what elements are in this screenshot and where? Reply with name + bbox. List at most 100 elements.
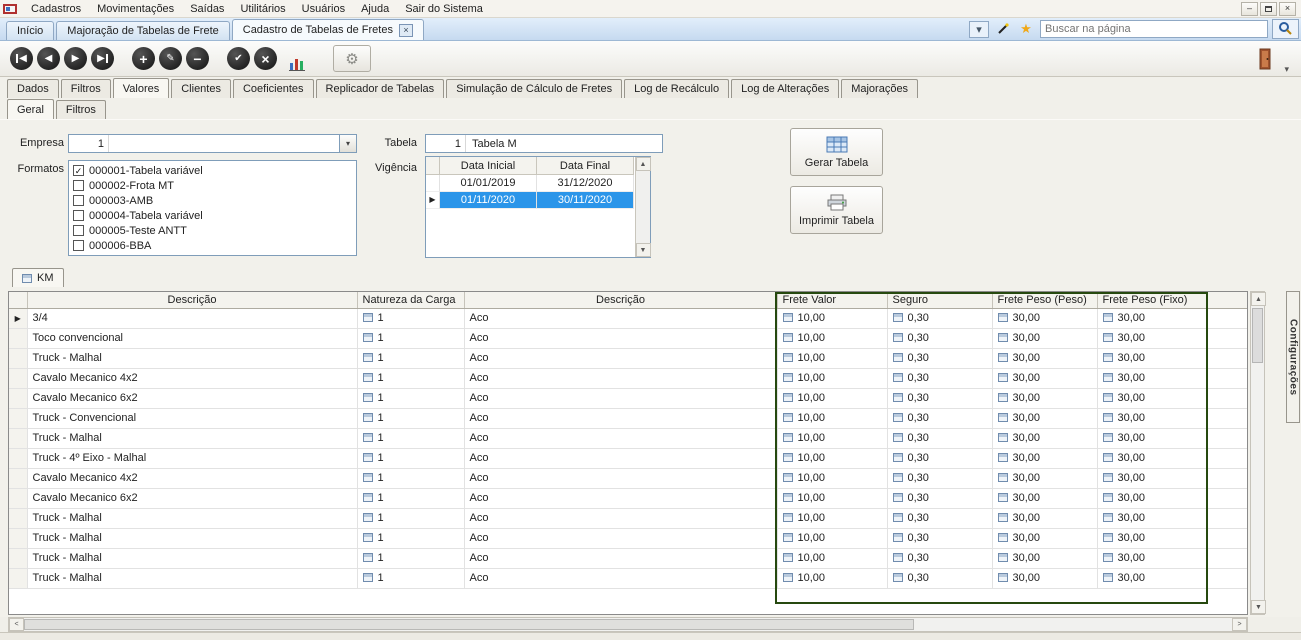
cell-frete-peso-peso[interactable]: 30,00 bbox=[992, 348, 1097, 368]
cell-frete-peso-peso[interactable]: 30,00 bbox=[992, 548, 1097, 568]
scroll-up-icon[interactable]: ▲ bbox=[1251, 292, 1266, 306]
cell-frete-peso-fixo[interactable]: 30,00 bbox=[1097, 508, 1207, 528]
formato-item[interactable]: 000005-Teste ANTT bbox=[73, 223, 352, 238]
cell-seguro[interactable]: 0,30 bbox=[887, 388, 992, 408]
module-tab[interactable]: Dados bbox=[7, 79, 59, 98]
chart-button[interactable] bbox=[285, 47, 309, 71]
col-frete-valor[interactable]: Frete Valor bbox=[777, 292, 887, 308]
tab-inicio[interactable]: Início bbox=[6, 21, 54, 40]
formato-item[interactable]: 000003-AMB bbox=[73, 193, 352, 208]
cell-descricao2[interactable]: Aco bbox=[464, 368, 777, 388]
formato-checkbox[interactable] bbox=[73, 240, 84, 251]
cell-frete-valor[interactable]: 10,00 bbox=[777, 308, 887, 328]
cell-frete-peso-fixo[interactable]: 30,00 bbox=[1097, 428, 1207, 448]
cell-frete-valor[interactable]: 10,00 bbox=[777, 348, 887, 368]
formato-checkbox[interactable] bbox=[73, 210, 84, 221]
cell-natureza[interactable]: 1 bbox=[357, 328, 464, 348]
cell-natureza[interactable]: 1 bbox=[357, 308, 464, 328]
col-descricao2[interactable]: Descrição bbox=[464, 292, 777, 308]
inner-tab[interactable]: Geral bbox=[7, 99, 54, 119]
cell-descricao2[interactable]: Aco bbox=[464, 548, 777, 568]
cell-descricao[interactable]: Truck - Convencional bbox=[27, 408, 357, 428]
menu-item[interactable]: Movimentações bbox=[89, 2, 182, 16]
cell-natureza[interactable]: 1 bbox=[357, 468, 464, 488]
inner-tab[interactable]: Filtros bbox=[56, 100, 106, 119]
cell-natureza[interactable]: 1 bbox=[357, 368, 464, 388]
cell-frete-peso-fixo[interactable]: 30,00 bbox=[1097, 368, 1207, 388]
vigencia-scrollbar[interactable]: ▲ ▼ bbox=[635, 157, 650, 257]
cell-frete-peso-fixo[interactable]: 30,00 bbox=[1097, 448, 1207, 468]
table-row[interactable]: Truck - 4º Eixo - Malhal 1 Aco 10,00 0,3… bbox=[9, 448, 1247, 468]
module-tab[interactable]: Filtros bbox=[61, 79, 111, 98]
module-tab[interactable]: Clientes bbox=[171, 79, 231, 98]
cell-seguro[interactable]: 0,30 bbox=[887, 348, 992, 368]
cell-frete-peso-peso[interactable]: 30,00 bbox=[992, 368, 1097, 388]
cell-descricao[interactable]: Cavalo Mecanico 4x2 bbox=[27, 368, 357, 388]
cell-natureza[interactable]: 1 bbox=[357, 428, 464, 448]
cell-descricao2[interactable]: Aco bbox=[464, 528, 777, 548]
module-tab[interactable]: Log de Recálculo bbox=[624, 79, 729, 98]
cell-natureza[interactable]: 1 bbox=[357, 448, 464, 468]
cell-frete-valor[interactable]: 10,00 bbox=[777, 568, 887, 588]
horizontal-scrollbar[interactable]: < > bbox=[8, 617, 1248, 632]
cell-natureza[interactable]: 1 bbox=[357, 508, 464, 528]
module-tab[interactable]: Valores bbox=[113, 78, 169, 98]
formato-checkbox[interactable] bbox=[73, 225, 84, 236]
cell-natureza[interactable]: 1 bbox=[357, 388, 464, 408]
col-frete-peso-peso[interactable]: Frete Peso (Peso) bbox=[992, 292, 1097, 308]
cell-frete-peso-fixo[interactable]: 30,00 bbox=[1097, 568, 1207, 588]
cell-frete-peso-peso[interactable]: 30,00 bbox=[992, 568, 1097, 588]
module-tab[interactable]: Majorações bbox=[841, 79, 918, 98]
formatos-list[interactable]: ✓ 000001-Tabela variável 000002-Frota MT… bbox=[68, 160, 357, 256]
cell-descricao2[interactable]: Aco bbox=[464, 488, 777, 508]
cell-seguro[interactable]: 0,30 bbox=[887, 408, 992, 428]
menu-item[interactable]: Sair do Sistema bbox=[397, 2, 491, 16]
module-tab[interactable]: Replicador de Tabelas bbox=[316, 79, 445, 98]
cell-frete-valor[interactable]: 10,00 bbox=[777, 488, 887, 508]
cell-frete-peso-fixo[interactable]: 30,00 bbox=[1097, 468, 1207, 488]
cell-natureza[interactable]: 1 bbox=[357, 408, 464, 428]
close-button[interactable]: × bbox=[1279, 2, 1296, 16]
panel-dropdown-button[interactable]: ▾ bbox=[969, 21, 989, 38]
cell-frete-peso-peso[interactable]: 30,00 bbox=[992, 488, 1097, 508]
scrollbar-thumb[interactable] bbox=[24, 619, 914, 630]
empresa-field[interactable]: 1 bbox=[68, 134, 340, 153]
cell-seguro[interactable]: 0,30 bbox=[887, 328, 992, 348]
cell-frete-peso-peso[interactable]: 30,00 bbox=[992, 408, 1097, 428]
cell-frete-peso-peso[interactable]: 30,00 bbox=[992, 448, 1097, 468]
menu-item[interactable]: Utilitários bbox=[232, 2, 293, 16]
cell-frete-valor[interactable]: 10,00 bbox=[777, 408, 887, 428]
configuracoes-side-tab[interactable]: Configurações bbox=[1286, 291, 1300, 423]
cancel-button[interactable]: × bbox=[254, 47, 277, 70]
search-input[interactable] bbox=[1040, 20, 1268, 38]
cell-frete-peso-peso[interactable]: 30,00 bbox=[992, 308, 1097, 328]
cell-frete-peso-peso[interactable]: 30,00 bbox=[992, 468, 1097, 488]
module-tab[interactable]: Coeficientes bbox=[233, 79, 314, 98]
cell-frete-peso-peso[interactable]: 30,00 bbox=[992, 428, 1097, 448]
col-natureza-da-carga[interactable]: Natureza da Carga bbox=[357, 292, 464, 308]
cell-seguro[interactable]: 0,30 bbox=[887, 308, 992, 328]
cell-seguro[interactable]: 0,30 bbox=[887, 488, 992, 508]
cell-frete-peso-fixo[interactable]: 30,00 bbox=[1097, 328, 1207, 348]
cell-frete-peso-fixo[interactable]: 30,00 bbox=[1097, 388, 1207, 408]
table-row[interactable]: ▶ 3/4 1 Aco 10,00 0,30 30,00 30,00 bbox=[9, 308, 1247, 328]
formato-checkbox[interactable]: ✓ bbox=[73, 165, 84, 176]
vertical-scrollbar[interactable]: ▲ ▼ bbox=[1250, 291, 1265, 615]
table-row[interactable]: Cavalo Mecanico 6x2 1 Aco 10,00 0,30 30,… bbox=[9, 388, 1247, 408]
formato-checkbox[interactable] bbox=[73, 180, 84, 191]
settings-button[interactable]: ⚙ bbox=[333, 45, 371, 72]
menu-item[interactable]: Cadastros bbox=[23, 2, 89, 16]
table-row[interactable]: Cavalo Mecanico 6x2 1 Aco 10,00 0,30 30,… bbox=[9, 488, 1247, 508]
cell-frete-valor[interactable]: 10,00 bbox=[777, 528, 887, 548]
formato-item[interactable]: 000002-Frota MT bbox=[73, 178, 352, 193]
cell-descricao2[interactable]: Aco bbox=[464, 508, 777, 528]
confirm-button[interactable]: ✔ bbox=[227, 47, 250, 70]
tab-km[interactable]: KM bbox=[12, 268, 64, 287]
cell-descricao[interactable]: Cavalo Mecanico 6x2 bbox=[27, 388, 357, 408]
table-row[interactable]: Cavalo Mecanico 4x2 1 Aco 10,00 0,30 30,… bbox=[9, 468, 1247, 488]
cell-frete-valor[interactable]: 10,00 bbox=[777, 328, 887, 348]
cell-descricao2[interactable]: Aco bbox=[464, 428, 777, 448]
cell-frete-valor[interactable]: 10,00 bbox=[777, 508, 887, 528]
table-row[interactable]: Truck - Malhal 1 Aco 10,00 0,30 30,00 30… bbox=[9, 528, 1247, 548]
cell-descricao2[interactable]: Aco bbox=[464, 348, 777, 368]
